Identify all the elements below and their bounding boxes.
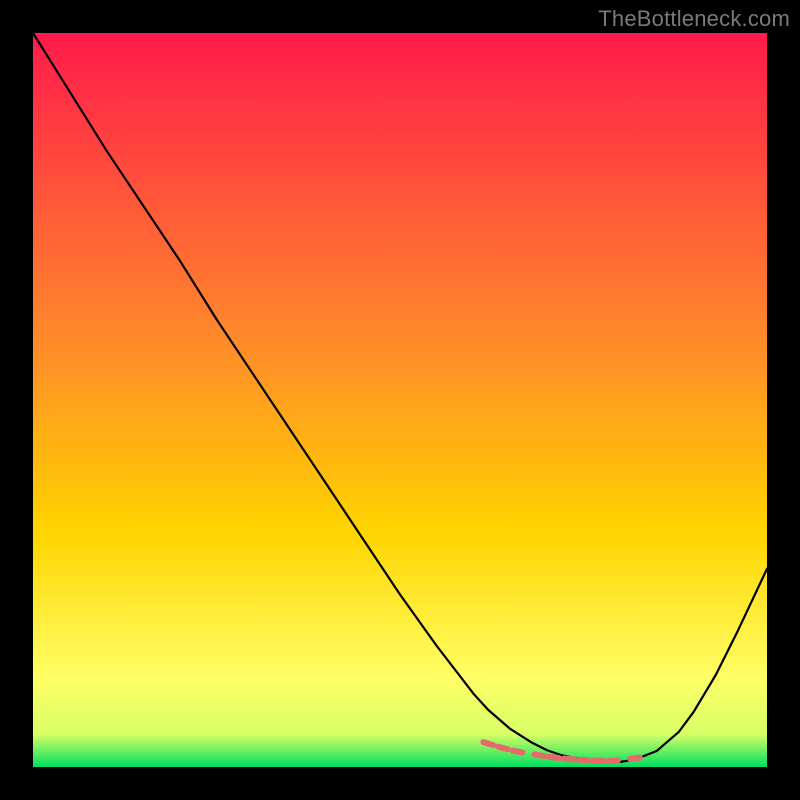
highlight-segment [498,747,508,750]
highlight-segment [630,758,640,759]
chart-svg [33,33,767,767]
watermark-text: TheBottleneck.com [598,6,790,32]
chart-background-gradient [33,33,767,767]
highlight-segment [608,760,618,761]
highlight-segment [513,751,523,753]
chart-plot-area [33,33,767,767]
highlight-segment [535,754,545,756]
highlight-segment [564,758,574,759]
highlight-segment [483,742,493,745]
highlight-segment [579,760,589,761]
highlight-segment [549,757,559,758]
